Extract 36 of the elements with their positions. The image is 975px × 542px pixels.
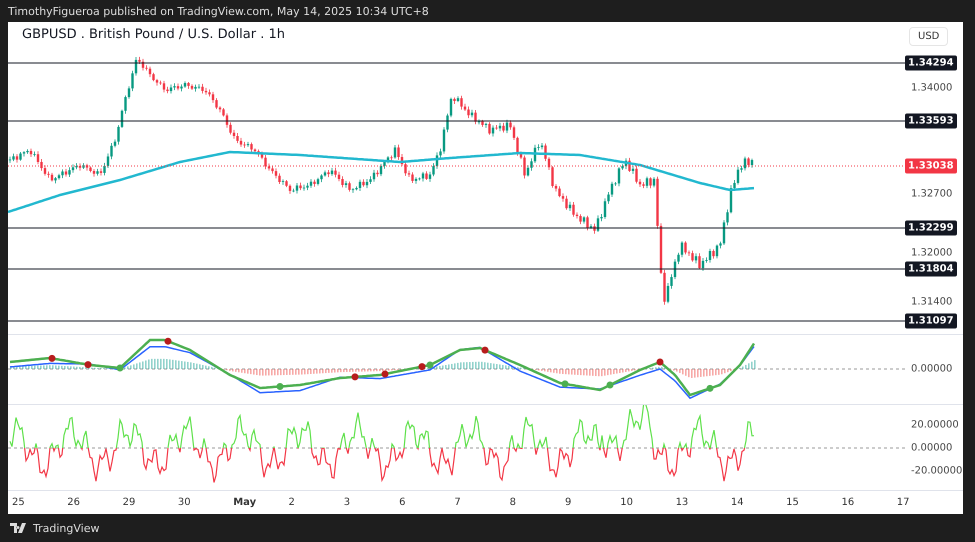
indicator-tick: -20.00000 [911, 466, 962, 476]
time-label: 2 [287, 497, 296, 508]
time-label: 17 [896, 497, 910, 508]
brand-name: TradingView [33, 522, 100, 534]
price-tick: 1.32000 [911, 248, 952, 258]
time-label: May [232, 497, 258, 508]
time-label: 3 [342, 497, 352, 508]
price-level-label: 1.33593 [905, 114, 957, 128]
time-label: 29 [122, 497, 136, 508]
current-price-label: 1.33038 [905, 158, 957, 174]
time-label: 15 [785, 497, 800, 508]
time-label: 14 [730, 497, 745, 508]
indicator-tick: 20.00000 [911, 420, 959, 430]
time-label: 25 [11, 497, 26, 508]
time-label: 26 [66, 497, 82, 508]
time-label: 30 [176, 497, 192, 508]
time-label: 10 [619, 497, 634, 508]
price-level-label: 1.34294 [905, 56, 957, 70]
chart-title: GBPUSD . British Pound / U.S. Dollar . 1h [22, 27, 286, 42]
time-label: 6 [398, 497, 406, 508]
price-tick: 1.32700 [911, 188, 952, 200]
price-level-label: 1.31804 [905, 262, 957, 276]
indicator-tick: 0.00000 [911, 442, 952, 454]
time-label: 7 [453, 497, 462, 508]
logo-icon [10, 523, 28, 533]
price-tick: 1.34000 [911, 82, 952, 94]
price-tick: 1.31400 [911, 296, 952, 308]
time-label: 13 [674, 497, 690, 508]
time-label: 16 [840, 497, 856, 508]
indicator-tick: 0.00000 [911, 364, 952, 374]
time-label: 8 [508, 497, 518, 508]
time-label: 9 [564, 497, 572, 508]
price-level-label: 1.31097 [905, 314, 957, 328]
publisher-caption: TimothyFigueroa published on TradingView.com, May 14, 2025 10:34 UTC+8 [8, 4, 429, 18]
price-level-label: 1.32299 [905, 220, 957, 236]
currency-button[interactable]: USD [909, 27, 948, 46]
